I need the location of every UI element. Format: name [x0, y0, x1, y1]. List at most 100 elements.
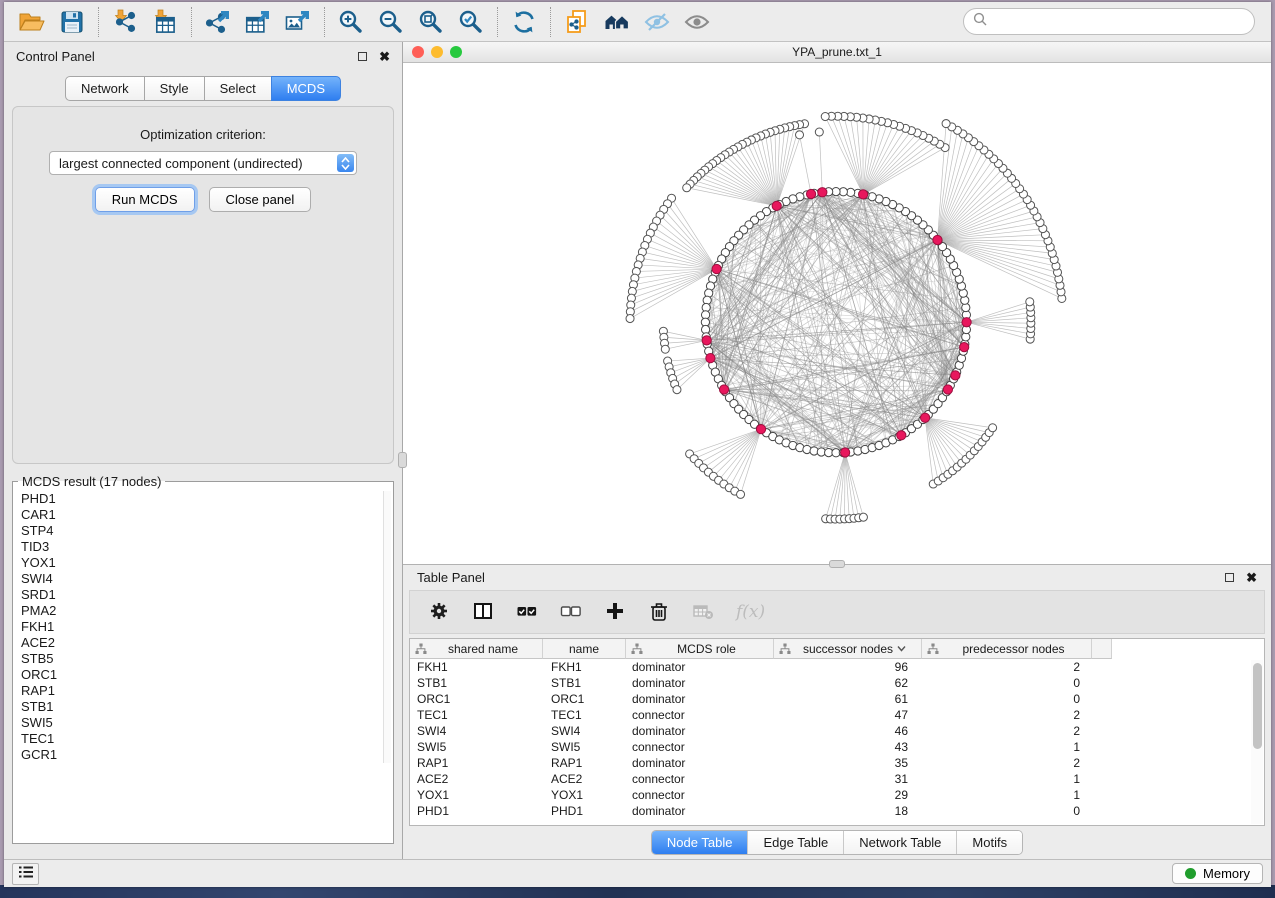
show-columns-button[interactable] — [472, 600, 494, 625]
export-network-button[interactable] — [202, 6, 234, 38]
hide-selected-button[interactable] — [641, 6, 673, 38]
table-row[interactable]: SWI4SWI4dominator462 — [410, 723, 1264, 739]
hide-selected-icon — [644, 9, 670, 35]
mcds-result-item[interactable]: STB5 — [21, 651, 385, 667]
export-network-icon — [205, 9, 231, 35]
open-button[interactable] — [16, 6, 48, 38]
zoom-out-button[interactable] — [375, 6, 407, 38]
mcds-result-list[interactable]: PHD1CAR1STP4TID3YOX1SWI4SRD1PMA2FKH1ACE2… — [13, 489, 393, 765]
table-row[interactable]: TEC1TEC1connector472 — [410, 707, 1264, 723]
result-list-scrollbar[interactable] — [383, 491, 391, 763]
show-all-button[interactable] — [681, 6, 713, 38]
optimization-criterion-label: Optimization criterion: — [13, 127, 393, 142]
mcds-result-item[interactable]: ACE2 — [21, 635, 385, 651]
zoom-in-button[interactable] — [335, 6, 367, 38]
network-canvas[interactable] — [403, 63, 1271, 564]
network-window-titlebar[interactable]: YPA_prune.txt_1 — [403, 42, 1271, 63]
float-table-panel-icon[interactable] — [1225, 573, 1234, 582]
run-mcds-button[interactable]: Run MCDS — [95, 187, 195, 212]
table-row[interactable]: STB1STB1dominator620 — [410, 675, 1264, 691]
tab-style[interactable]: Style — [144, 76, 204, 101]
select-all-button[interactable] — [516, 600, 538, 625]
table-panel: Table Panel ✖ f(x) shared namenameMCDS r… — [403, 565, 1271, 859]
deselect-all-button[interactable] — [560, 600, 582, 625]
table-row[interactable]: ACE2ACE2connector311 — [410, 771, 1264, 787]
table-cell: 96 — [774, 660, 922, 674]
import-table-button[interactable] — [149, 6, 181, 38]
add-row-button[interactable] — [604, 600, 626, 625]
column-header-name[interactable]: name — [543, 639, 626, 659]
table-row[interactable]: PHD1PHD1dominator180 — [410, 803, 1264, 819]
zoom-fit-button[interactable] — [415, 6, 447, 38]
table-cell: ACE2 — [543, 772, 626, 786]
mcds-result-item[interactable]: TEC1 — [21, 731, 385, 747]
table-row[interactable]: YOX1YOX1connector291 — [410, 787, 1264, 803]
column-header-filler — [1092, 639, 1112, 659]
tab-edge-table[interactable]: Edge Table — [748, 831, 844, 854]
mcds-result-item[interactable]: SWI4 — [21, 571, 385, 587]
window-minimize-icon[interactable] — [431, 46, 443, 58]
mcds-result-item[interactable]: FKH1 — [21, 619, 385, 635]
tab-network-table[interactable]: Network Table — [844, 831, 957, 854]
search-input[interactable] — [993, 14, 1245, 29]
table-row[interactable]: FKH1FKH1dominator962 — [410, 659, 1264, 675]
mcds-result-item[interactable]: STP4 — [21, 523, 385, 539]
panel-splitter-handle[interactable] — [398, 452, 407, 468]
control-panel: Control Panel ✖ NetworkStyleSelectMCDS O… — [4, 42, 403, 859]
table-scrollbar[interactable] — [1251, 660, 1263, 824]
criterion-select[interactable]: largest connected component (undirected) — [49, 151, 357, 175]
table-row[interactable]: ORC1ORC1dominator610 — [410, 691, 1264, 707]
delete-row-button[interactable] — [648, 600, 670, 625]
add-row-icon — [604, 600, 626, 625]
float-panel-icon[interactable] — [358, 52, 367, 61]
column-header-MCDS-role[interactable]: MCDS role — [626, 639, 774, 659]
table-row[interactable]: SWI5SWI5connector431 — [410, 739, 1264, 755]
table-cell: 2 — [922, 756, 1092, 770]
export-table-icon — [245, 9, 271, 35]
zoom-fit-icon — [418, 9, 444, 35]
window-maximize-icon[interactable] — [450, 46, 462, 58]
close-panel-button[interactable]: Close panel — [209, 187, 312, 212]
function-builder-icon: f(x) — [736, 602, 765, 622]
save-button[interactable] — [56, 6, 88, 38]
export-table-button[interactable] — [242, 6, 274, 38]
table-row[interactable]: RAP1RAP1dominator352 — [410, 755, 1264, 771]
column-header-shared-name[interactable]: shared name — [410, 639, 543, 659]
tab-node-table[interactable]: Node Table — [652, 831, 749, 854]
window-close-icon[interactable] — [412, 46, 424, 58]
refresh-view-button[interactable] — [508, 6, 540, 38]
mcds-result-item[interactable]: TID3 — [21, 539, 385, 555]
column-header-predecessor-nodes[interactable]: predecessor nodes — [922, 639, 1092, 659]
settings-button[interactable] — [428, 600, 450, 625]
tab-motifs[interactable]: Motifs — [957, 831, 1022, 854]
close-table-panel-icon[interactable]: ✖ — [1246, 571, 1257, 584]
open-icon — [19, 9, 45, 35]
column-header-successor-nodes[interactable]: successor nodes — [774, 639, 922, 659]
toolbar-separator — [550, 7, 551, 37]
import-network-button[interactable] — [109, 6, 141, 38]
table-tabs: Node TableEdge TableNetwork TableMotifs — [651, 830, 1023, 855]
table-splitter-handle[interactable] — [829, 560, 845, 568]
mcds-result-item[interactable]: SWI5 — [21, 715, 385, 731]
tab-select[interactable]: Select — [204, 76, 271, 101]
duplicate-network-button[interactable] — [561, 6, 593, 38]
mcds-result-item[interactable]: CAR1 — [21, 507, 385, 523]
task-history-button[interactable] — [12, 863, 39, 885]
mcds-result-item[interactable]: PMA2 — [21, 603, 385, 619]
mcds-result-item[interactable]: PHD1 — [21, 491, 385, 507]
mcds-result-item[interactable]: YOX1 — [21, 555, 385, 571]
mcds-result-item[interactable]: RAP1 — [21, 683, 385, 699]
mcds-result-item[interactable]: ORC1 — [21, 667, 385, 683]
table-scrollbar-thumb[interactable] — [1253, 663, 1262, 749]
memory-button[interactable]: Memory — [1172, 863, 1263, 884]
export-image-button[interactable] — [282, 6, 314, 38]
first-neighbors-button[interactable] — [601, 6, 633, 38]
mcds-result-item[interactable]: GCR1 — [21, 747, 385, 763]
close-panel-icon[interactable]: ✖ — [379, 50, 390, 63]
delete-row-icon — [648, 600, 670, 625]
tab-mcds[interactable]: MCDS — [271, 76, 341, 101]
zoom-selected-button[interactable] — [455, 6, 487, 38]
mcds-result-item[interactable]: SRD1 — [21, 587, 385, 603]
tab-network[interactable]: Network — [65, 76, 144, 101]
mcds-result-item[interactable]: STB1 — [21, 699, 385, 715]
